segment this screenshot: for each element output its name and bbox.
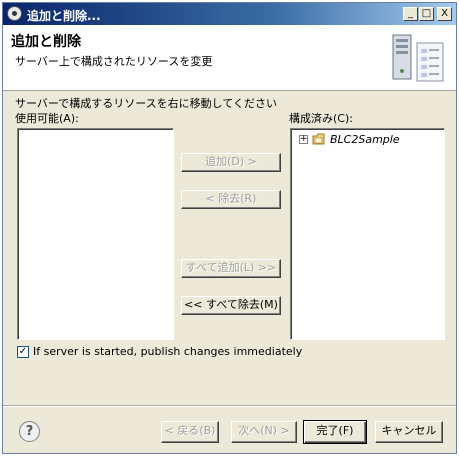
cancel-button[interactable]: キャンセル: [375, 421, 443, 443]
minimize-button[interactable]: _: [403, 7, 418, 21]
page-description: サーバー上で構成されたリソースを変更: [15, 55, 213, 68]
add-button[interactable]: 追加(D) >: [181, 153, 281, 172]
next-button[interactable]: 次へ(N) >: [231, 421, 297, 443]
wizard-header: 追加と削除 サーバー上で構成されたリソースを変更: [3, 25, 456, 91]
app-icon: [7, 6, 22, 21]
page-title: 追加と削除: [11, 34, 81, 50]
finish-button[interactable]: 完了(F): [303, 420, 367, 444]
configured-resources-list[interactable]: + BLC2Sample: [290, 128, 445, 340]
close-button[interactable]: X: [437, 7, 452, 21]
maximize-button[interactable]: □: [419, 7, 434, 21]
publish-immediately-checkbox[interactable]: ✓: [17, 346, 29, 358]
dialog-window: 追加と削除... _ □ X 追加と削除 サーバー上で構成されたリソースを変更 …: [2, 2, 457, 454]
expand-icon[interactable]: +: [299, 135, 308, 144]
available-label: 使用可能(A):: [15, 112, 79, 125]
tree-item-label: BLC2Sample: [330, 133, 400, 146]
back-button[interactable]: < 戻る(B): [161, 421, 219, 443]
server-wizard-icon: [392, 34, 444, 82]
add-all-button[interactable]: すべて追加(L) >>: [181, 259, 281, 278]
publish-immediately-label[interactable]: If server is started, publish changes im…: [33, 345, 302, 358]
configured-label: 構成済み(C):: [289, 112, 353, 125]
project-folder-icon: [312, 133, 325, 145]
instruction-text: サーバーで構成するリソースを右に移動してください: [15, 97, 278, 110]
help-icon[interactable]: ?: [19, 421, 40, 442]
footer-separator: [3, 405, 456, 407]
remove-all-button[interactable]: << すべて除去(M): [181, 296, 281, 315]
available-resources-list[interactable]: [17, 128, 174, 340]
title-bar[interactable]: 追加と削除... _ □ X: [3, 3, 456, 25]
remove-button[interactable]: < 除去(R): [181, 190, 281, 209]
window-title: 追加と削除...: [27, 9, 101, 23]
